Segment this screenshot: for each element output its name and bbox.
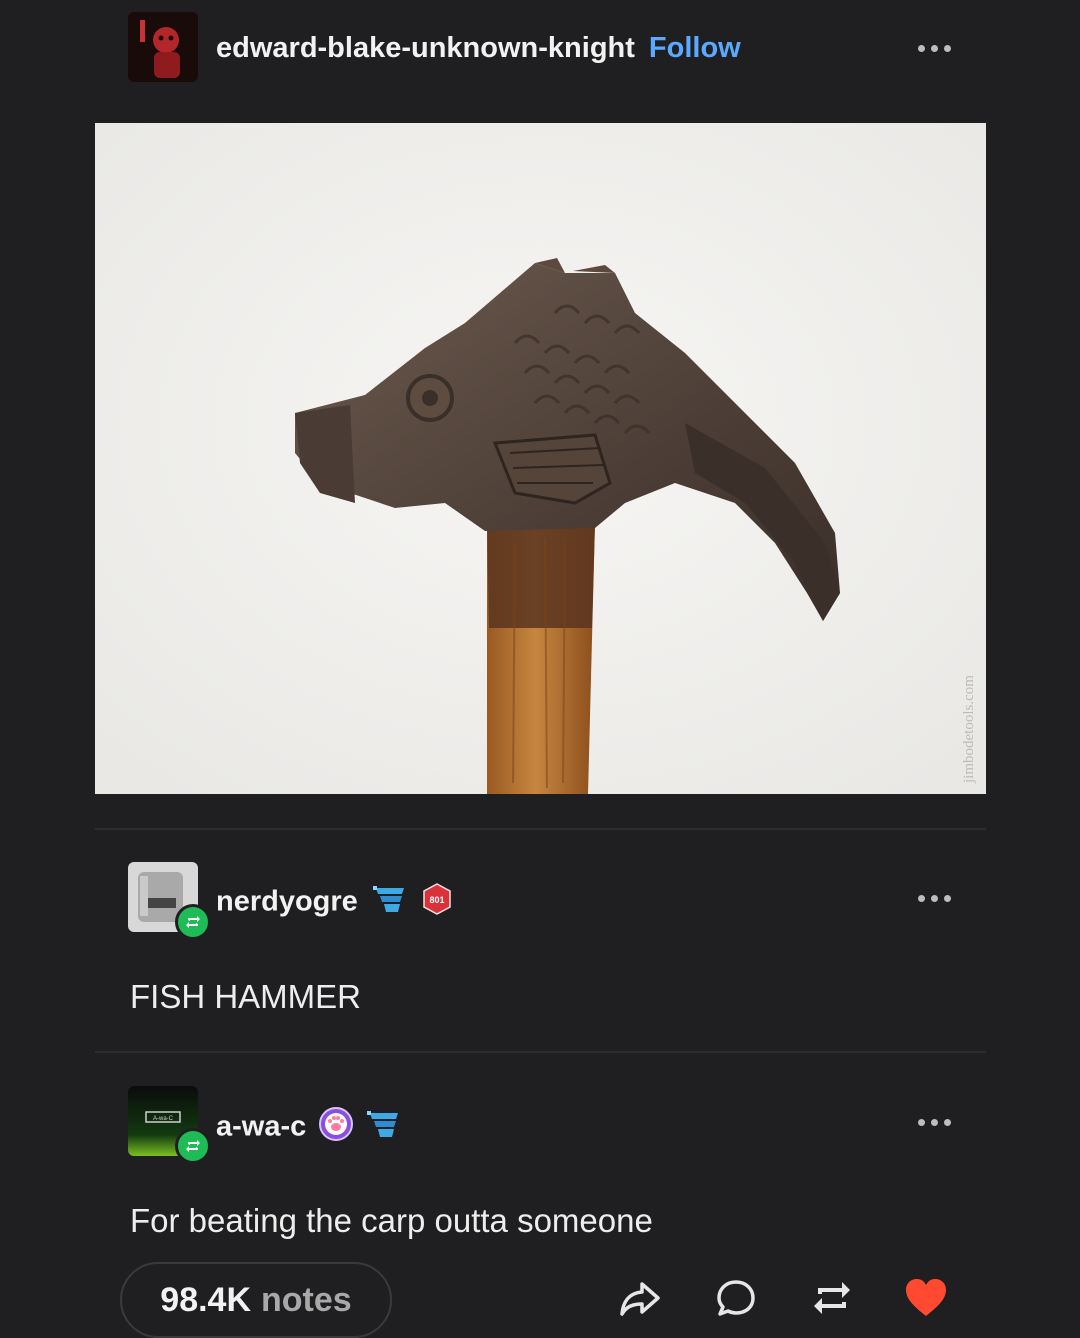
notes-count: 98.4K bbox=[160, 1280, 252, 1319]
badge-count-text: 801 bbox=[429, 895, 444, 905]
image-watermark: jimbodetools.com bbox=[961, 675, 977, 784]
post-header: edward-blake-unknown-knight Follow bbox=[0, 10, 1080, 90]
notes-button[interactable]: 98.4K notes bbox=[120, 1262, 392, 1338]
reblog-icon bbox=[175, 904, 211, 940]
divider bbox=[95, 828, 986, 830]
divider bbox=[95, 1051, 986, 1053]
reblogger-username[interactable]: nerdyogre bbox=[216, 886, 358, 918]
more-icon[interactable] bbox=[912, 38, 956, 58]
bookworm-badge-icon bbox=[372, 882, 408, 924]
reblog-text-1: FISH HAMMER bbox=[130, 978, 361, 1015]
paw-badge-icon bbox=[318, 1106, 354, 1150]
notes-label: notes bbox=[261, 1280, 352, 1319]
heart-icon[interactable] bbox=[904, 1276, 948, 1320]
share-icon[interactable] bbox=[618, 1276, 662, 1320]
reply-icon[interactable] bbox=[714, 1276, 758, 1320]
author-username[interactable]: edward-blake-unknown-knight bbox=[216, 32, 635, 64]
reblog-header-1: nerdyogre 801 bbox=[0, 860, 1080, 940]
author-avatar[interactable] bbox=[128, 12, 198, 82]
reblogger-name[interactable]: a-wa-c bbox=[216, 1106, 402, 1150]
avatar-text: A-wa-C bbox=[153, 1116, 174, 1122]
post-image[interactable]: jimbodetools.com bbox=[95, 123, 986, 794]
reblogger-username[interactable]: a-wa-c bbox=[216, 1111, 306, 1143]
reblog-icon bbox=[175, 1128, 211, 1164]
reblogger-name[interactable]: nerdyogre 801 bbox=[216, 882, 454, 924]
reblog-text-2: For beating the carp outta someone bbox=[130, 1202, 653, 1239]
follow-button[interactable]: Follow bbox=[649, 32, 741, 64]
count-badge-icon: 801 bbox=[420, 882, 454, 924]
more-icon[interactable] bbox=[912, 888, 956, 908]
author-name[interactable]: edward-blake-unknown-knight Follow bbox=[216, 32, 741, 65]
reblog-header-2: A-wa-C a-wa-c bbox=[0, 1084, 1080, 1164]
bookworm-badge-icon bbox=[366, 1107, 402, 1149]
more-icon[interactable] bbox=[912, 1112, 956, 1132]
reblog-icon[interactable] bbox=[810, 1276, 854, 1320]
